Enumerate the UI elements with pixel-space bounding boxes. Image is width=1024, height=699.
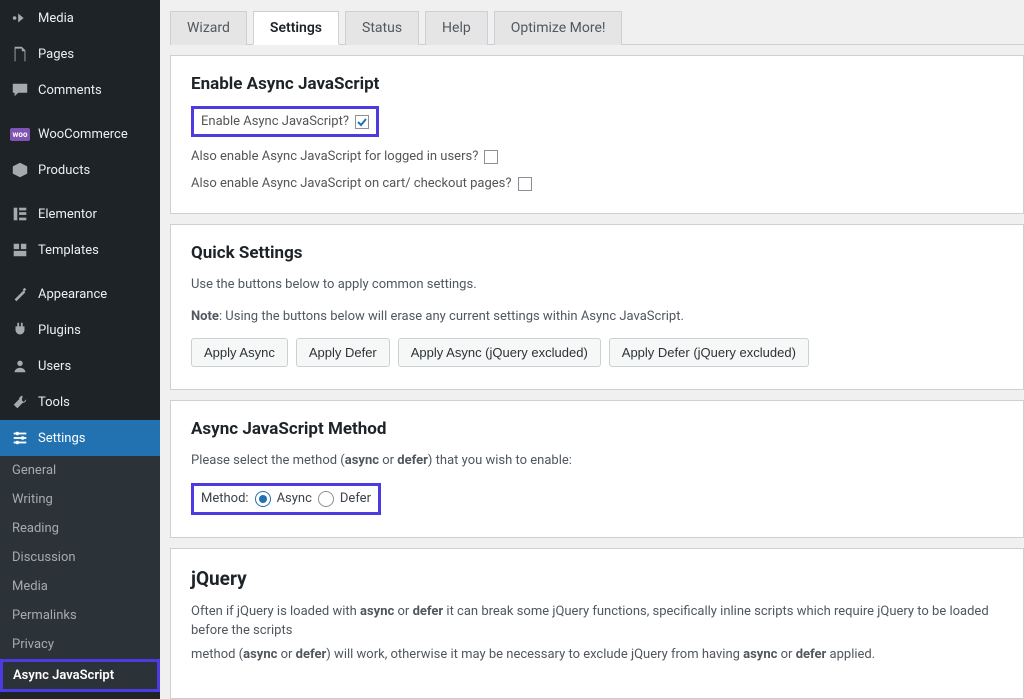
- submenu-item-async-javascript[interactable]: Async JavaScript: [0, 659, 160, 692]
- apply-defer-button[interactable]: Apply Defer: [296, 338, 390, 367]
- pages-icon: [10, 44, 30, 64]
- sidebar-item-label: WooCommerce: [38, 127, 128, 142]
- enable-highlight-box: Enable Async JavaScript?: [191, 106, 379, 137]
- method-async-label: Async: [277, 491, 312, 506]
- panel-heading: jQuery: [191, 567, 1003, 590]
- enable-aj-checkbox[interactable]: [355, 115, 369, 129]
- tab-optimize-more[interactable]: Optimize More!: [494, 11, 623, 45]
- main-content: Wizard Settings Status Help Optimize Mor…: [160, 0, 1024, 699]
- plugins-icon: [10, 320, 30, 340]
- submenu-item-media[interactable]: Media: [0, 572, 160, 601]
- method-panel: Async JavaScript Method Please select th…: [170, 400, 1024, 538]
- method-label: Method:: [201, 491, 249, 506]
- sidebar-item-plugins[interactable]: Plugins: [0, 312, 160, 348]
- jquery-panel: jQuery Often if jQuery is loaded with as…: [170, 548, 1024, 699]
- apply-async-jq-excluded-button[interactable]: Apply Async (jQuery excluded): [398, 338, 601, 367]
- quick-panel: Quick Settings Use the buttons below to …: [170, 224, 1024, 390]
- method-highlight-box: Method: Async Defer: [191, 483, 381, 515]
- sidebar-item-label: Settings: [38, 431, 85, 446]
- method-defer-radio[interactable]: [318, 491, 334, 507]
- sidebar-item-templates[interactable]: Templates: [0, 232, 160, 268]
- submenu-item-permalinks[interactable]: Permalinks: [0, 601, 160, 630]
- panel-heading: Enable Async JavaScript: [191, 74, 1003, 94]
- submenu-item-discussion[interactable]: Discussion: [0, 543, 160, 572]
- woo-icon: woo: [10, 124, 30, 144]
- enable-cart-label: Also enable Async JavaScript on cart/ ch…: [191, 176, 512, 191]
- enable-loggedin-checkbox[interactable]: [484, 150, 498, 164]
- users-icon: [10, 356, 30, 376]
- sidebar-item-media[interactable]: Media: [0, 0, 160, 36]
- templates-icon: [10, 240, 30, 260]
- tab-wizard[interactable]: Wizard: [170, 11, 247, 45]
- sidebar-item-label: Users: [38, 359, 71, 374]
- admin-sidebar: Media Pages Comments woo WooCommerce Prod…: [0, 0, 160, 699]
- sidebar-item-label: Products: [38, 163, 90, 178]
- enable-panel: Enable Async JavaScript Enable Async Jav…: [170, 55, 1024, 214]
- enable-cart-checkbox[interactable]: [518, 177, 532, 191]
- method-defer-label: Defer: [340, 491, 371, 506]
- sidebar-item-label: Plugins: [38, 323, 81, 338]
- sidebar-item-comments[interactable]: Comments: [0, 72, 160, 108]
- enable-aj-label: Enable Async JavaScript?: [201, 114, 349, 129]
- sidebar-item-label: Pages: [38, 47, 74, 62]
- apply-async-button[interactable]: Apply Async: [191, 338, 288, 367]
- products-icon: [10, 160, 30, 180]
- method-async-radio[interactable]: [255, 491, 271, 507]
- sidebar-item-elementor[interactable]: Elementor: [0, 196, 160, 232]
- tab-help[interactable]: Help: [425, 11, 488, 45]
- apply-defer-jq-excluded-button[interactable]: Apply Defer (jQuery excluded): [609, 338, 809, 367]
- sidebar-item-appearance[interactable]: Appearance: [0, 276, 160, 312]
- submenu-item-general[interactable]: General: [0, 456, 160, 485]
- quick-note: Note: Using the buttons below will erase…: [191, 307, 1003, 327]
- submenu-item-reading[interactable]: Reading: [0, 514, 160, 543]
- elementor-icon: [10, 204, 30, 224]
- method-intro: Please select the method (async or defer…: [191, 451, 1003, 471]
- comments-icon: [10, 80, 30, 100]
- sidebar-item-label: Templates: [38, 243, 99, 258]
- media-icon: [10, 8, 30, 28]
- submenu-item-privacy[interactable]: Privacy: [0, 630, 160, 659]
- sidebar-item-label: Appearance: [38, 287, 107, 302]
- appearance-icon: [10, 284, 30, 304]
- panel-heading: Quick Settings: [191, 243, 1003, 263]
- jquery-text-1: Often if jQuery is loaded with async or …: [191, 602, 1003, 641]
- panel-heading: Async JavaScript Method: [191, 419, 1003, 439]
- tabs: Wizard Settings Status Help Optimize Mor…: [170, 10, 1024, 45]
- sidebar-item-label: Comments: [38, 83, 102, 98]
- sidebar-item-tools[interactable]: Tools: [0, 384, 160, 420]
- jquery-text-2: method (async or defer) will work, other…: [191, 645, 1003, 665]
- sidebar-item-label: Media: [38, 11, 74, 26]
- sidebar-item-woocommerce[interactable]: woo WooCommerce: [0, 116, 160, 152]
- sidebar-item-pages[interactable]: Pages: [0, 36, 160, 72]
- quick-intro: Use the buttons below to apply common se…: [191, 275, 1003, 295]
- sidebar-item-label: Elementor: [38, 207, 97, 222]
- tab-status[interactable]: Status: [345, 11, 419, 45]
- settings-submenu: General Writing Reading Discussion Media…: [0, 456, 160, 692]
- tab-settings[interactable]: Settings: [253, 11, 339, 45]
- settings-icon: [10, 428, 30, 448]
- sidebar-item-users[interactable]: Users: [0, 348, 160, 384]
- sidebar-item-settings[interactable]: Settings: [0, 420, 160, 456]
- sidebar-item-products[interactable]: Products: [0, 152, 160, 188]
- submenu-item-writing[interactable]: Writing: [0, 485, 160, 514]
- enable-loggedin-label: Also enable Async JavaScript for logged …: [191, 149, 478, 164]
- sidebar-item-label: Tools: [38, 395, 70, 410]
- tools-icon: [10, 392, 30, 412]
